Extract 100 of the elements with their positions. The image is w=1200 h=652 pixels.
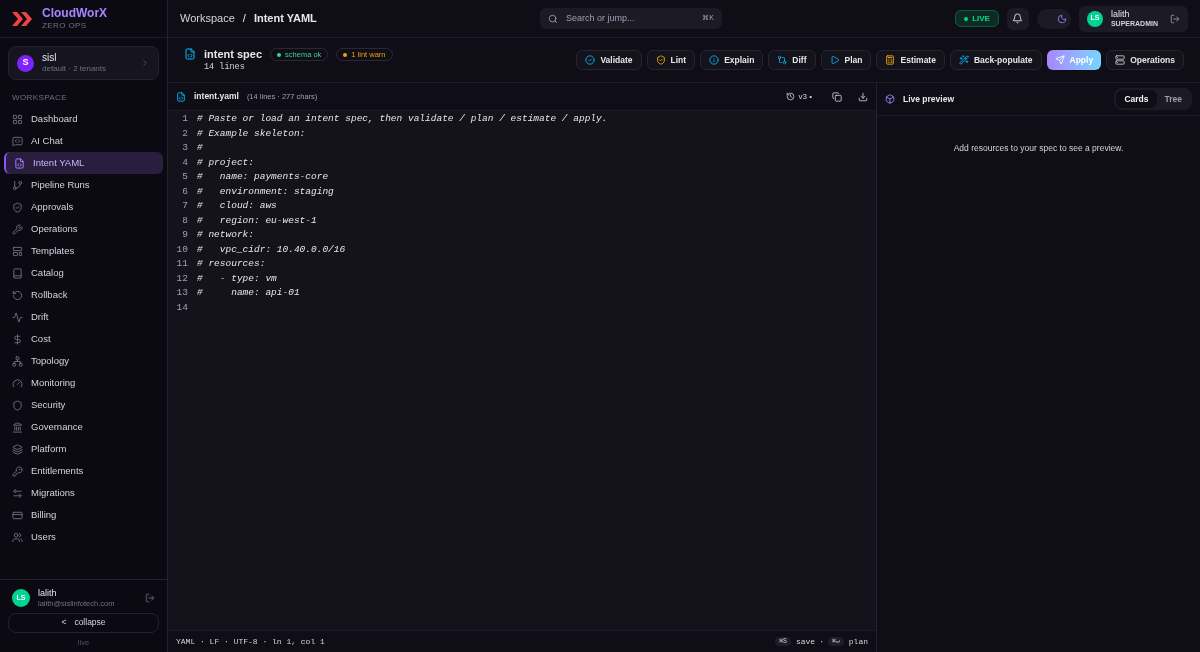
view-tab[interactable]: Tree [1156, 90, 1190, 108]
line-number: 3 [182, 141, 188, 155]
logout-icon[interactable] [145, 593, 155, 604]
dollar-icon [12, 333, 23, 345]
code-line: # vpc_cidr: 10.40.0.0/16 [197, 242, 347, 257]
users-icon [12, 531, 23, 543]
hint-label: save [795, 635, 816, 648]
shield-icon [12, 399, 23, 411]
search-icon [548, 13, 558, 24]
grid-icon [12, 113, 23, 125]
action-button[interactable]: Plan [820, 50, 872, 70]
chat-icon [12, 135, 23, 147]
action-button[interactable]: Operations [1106, 50, 1184, 70]
tenant-switcher[interactable]: S sisl default · 2 tenants [8, 46, 159, 80]
line-number: 4 [182, 155, 188, 170]
nav-item[interactable]: Monitoring [4, 372, 163, 394]
action-button[interactable]: Diff [768, 50, 816, 70]
nav-item[interactable]: Cost [4, 328, 163, 350]
nav-item[interactable]: AI Chat [4, 130, 163, 152]
download-icon[interactable] [858, 91, 868, 102]
tenant-avatar: S [17, 54, 34, 72]
check-circle-icon [585, 55, 596, 65]
preview-title: Live preview [903, 92, 956, 106]
nav-item[interactable]: Rollback [4, 284, 163, 306]
history-icon [785, 92, 795, 101]
code-line: # environment: staging [197, 184, 335, 199]
action-button[interactable]: Validate [576, 50, 642, 70]
wrench-icon [12, 223, 23, 235]
view-tab[interactable]: Cards [1116, 90, 1157, 108]
info-icon [709, 55, 720, 65]
calculator-icon [885, 55, 896, 65]
live-badge: LIVE [955, 10, 999, 27]
nav-item[interactable]: Dashboard [4, 108, 163, 130]
theme-toggle[interactable] [1036, 8, 1071, 29]
nav-item[interactable]: Templates [4, 240, 163, 262]
nav-item[interactable]: Users [4, 526, 163, 548]
breadcrumb-separator: / [242, 11, 246, 27]
nav-item[interactable]: Governance [4, 416, 163, 438]
action-button[interactable]: Estimate [876, 50, 945, 70]
collapse-button[interactable]: < collapse [8, 612, 159, 633]
nav-item[interactable]: Platform [4, 438, 163, 460]
nav-item[interactable]: Intent YAML [4, 152, 163, 174]
brand-name: CloudWorX [42, 6, 108, 21]
user-name: lalith [38, 588, 58, 600]
brand-tagline: ZERO OPS [42, 21, 88, 31]
card-icon [12, 509, 23, 521]
shield-check-icon [12, 201, 23, 213]
action-button[interactable]: Explain [700, 50, 764, 70]
nav-item[interactable]: Approvals [4, 196, 163, 218]
server-icon [1115, 55, 1126, 65]
logout-icon[interactable] [1170, 13, 1180, 24]
line-number: 12 [176, 271, 188, 286]
arrows-icon [12, 487, 23, 499]
code-line: # region: eu-west-1 [197, 213, 318, 228]
cube-icon [885, 94, 895, 104]
search-placeholder: Search or jump... [566, 11, 636, 25]
nav-item[interactable]: Drift [4, 306, 163, 328]
wand-icon [958, 55, 969, 65]
line-number: 2 [182, 126, 188, 141]
branch-icon [12, 179, 23, 191]
layers-icon [12, 443, 23, 455]
nav-item[interactable]: Entitlements [4, 460, 163, 482]
spec-title: intent spec [204, 47, 263, 62]
network-icon [12, 355, 23, 367]
copy-icon[interactable] [832, 91, 842, 102]
line-number: 7 [182, 199, 188, 213]
line-number: 14 [176, 300, 188, 315]
line-number: 11 [176, 257, 188, 271]
code-line: # [197, 141, 204, 155]
shield-icon [655, 55, 666, 65]
nav-item[interactable]: Security [4, 394, 163, 416]
undo-icon [12, 289, 23, 301]
action-button[interactable]: Back-populate [949, 50, 1042, 70]
nav-item[interactable]: Operations [4, 218, 163, 240]
user-name: lalith [1110, 8, 1131, 20]
line-number: 9 [182, 228, 188, 242]
section-label: WORKSPACE [11, 92, 68, 104]
nav-item[interactable]: Catalog [4, 262, 163, 284]
key-icon [12, 465, 23, 477]
code-line: # project: [197, 155, 255, 170]
code-line: # name: payments-core [197, 170, 330, 184]
action-button[interactable]: Lint [646, 50, 696, 70]
chevron-icon [140, 58, 150, 68]
tenant-name: sisl [42, 51, 58, 65]
nav-item[interactable]: Pipeline Runs [4, 174, 163, 196]
gauge-icon [12, 377, 23, 389]
book-icon [12, 267, 23, 279]
play-icon [829, 55, 840, 65]
file-code-icon [184, 48, 196, 60]
nav-item[interactable]: Billing [4, 504, 163, 526]
code-line: # name: api-01 [197, 286, 301, 300]
bell-icon [1012, 13, 1024, 24]
nav-item[interactable]: Migrations [4, 482, 163, 504]
nav-item[interactable]: Topology [4, 350, 163, 372]
version-button[interactable]: v3 • [785, 90, 812, 103]
breadcrumb-current: Intent YAML [253, 11, 317, 27]
compare-icon [777, 55, 788, 65]
notifications-button[interactable] [1006, 7, 1029, 30]
breadcrumb-parent[interactable]: Workspace [180, 10, 235, 27]
moon-icon [1056, 13, 1067, 24]
